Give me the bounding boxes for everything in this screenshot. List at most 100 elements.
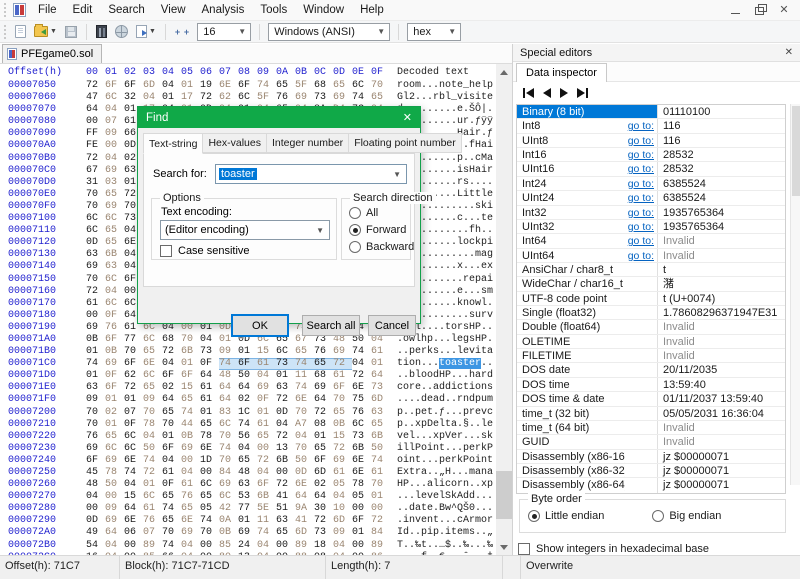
hex-byte[interactable]: 6B [352, 443, 371, 455]
inspector-scrollbar[interactable] [790, 104, 800, 485]
hex-byte[interactable]: 70 [162, 527, 181, 539]
goto-link[interactable]: go to: [628, 120, 654, 132]
hex-byte[interactable]: 0B [219, 527, 238, 539]
hex-byte[interactable]: 04 [238, 443, 257, 455]
hex-byte[interactable]: 74 [371, 455, 390, 467]
menu-item-tools[interactable]: Tools [252, 2, 295, 19]
first-byte-icon[interactable] [523, 86, 534, 100]
inspector-row[interactable]: Int24go to:6385524 [517, 177, 785, 191]
goto-link[interactable]: go to: [628, 149, 654, 161]
hex-byte[interactable]: 65 [105, 431, 124, 443]
inspector-row[interactable]: DOS time13:59:40 [517, 378, 785, 392]
hex-byte[interactable]: 54 [86, 540, 105, 552]
hex-byte[interactable]: 0A [219, 515, 238, 527]
hex-byte[interactable]: 61 [371, 467, 390, 479]
decoded-text[interactable]: ....dead..rndpum [397, 394, 493, 406]
hex-byte[interactable]: 6C [219, 419, 238, 431]
hex-byte[interactable]: 0D [295, 467, 314, 479]
hex-byte[interactable]: 69 [181, 443, 200, 455]
hex-byte[interactable]: 78 [105, 467, 124, 479]
hex-byte[interactable]: 73 [371, 382, 390, 394]
hex-byte[interactable]: 72 [257, 455, 276, 467]
hex-byte[interactable]: 74 [295, 382, 314, 394]
hex-byte[interactable]: 6E [181, 515, 200, 527]
inspector-value[interactable]: 01/11/2037 13:59:40 [657, 392, 785, 405]
inspector-value[interactable]: Invalid [657, 421, 785, 434]
hex-byte[interactable]: 13 [276, 443, 295, 455]
hex-byte[interactable]: 65 [314, 443, 333, 455]
decoded-text[interactable]: Gl2...rbl_visite [397, 92, 493, 104]
decoded-text[interactable]: ...levelSkAdd... [397, 491, 493, 503]
hex-byte[interactable]: 74 [295, 358, 314, 370]
hex-byte[interactable]: 61 [371, 346, 390, 358]
hex-byte[interactable]: 41 [276, 491, 295, 503]
hex-byte[interactable]: 72 [86, 80, 105, 92]
hex-byte[interactable]: 17 [181, 92, 200, 104]
hex-byte[interactable]: 01 [162, 431, 181, 443]
hex-byte[interactable]: 9A [295, 503, 314, 515]
hex-byte[interactable]: 6F [124, 358, 143, 370]
hex-byte[interactable]: 72 [200, 92, 219, 104]
hex-byte[interactable]: 76 [181, 491, 200, 503]
hex-byte[interactable]: 05 [200, 503, 219, 515]
find-tab-hex-values[interactable]: Hex-values [203, 133, 267, 153]
goto-link[interactable]: go to: [628, 235, 654, 247]
hex-byte[interactable]: 0F [105, 370, 124, 382]
hex-byte[interactable]: 65 [105, 237, 124, 249]
hex-byte[interactable]: 24 [238, 540, 257, 552]
hex-byte[interactable]: 74 [219, 358, 238, 370]
hex-byte[interactable]: 67 [86, 165, 105, 177]
hex-byte[interactable]: 76 [276, 92, 295, 104]
hex-byte[interactable]: 69 [257, 382, 276, 394]
hex-byte[interactable]: 6C [105, 298, 124, 310]
hex-byte[interactable]: 69 [105, 358, 124, 370]
hex-byte[interactable]: 15 [124, 491, 143, 503]
hex-byte[interactable]: 65 [143, 346, 162, 358]
hex-byte[interactable]: 70 [295, 443, 314, 455]
hex-byte[interactable]: 69 [238, 527, 257, 539]
hex-byte[interactable]: 61 [333, 467, 352, 479]
hex-byte[interactable]: 70 [162, 419, 181, 431]
search-all-button[interactable]: Search all [302, 315, 360, 336]
hex-byte[interactable]: 6F [105, 382, 124, 394]
hex-byte[interactable]: 70 [371, 80, 390, 92]
hex-byte[interactable]: 09 [219, 346, 238, 358]
hex-byte[interactable]: 74 [238, 419, 257, 431]
hex-byte[interactable]: 69 [105, 165, 124, 177]
hex-byte[interactable]: 03 [105, 177, 124, 189]
hex-row[interactable]: 000071F00901010964656164020F726E6470756D… [0, 394, 496, 406]
hex-byte[interactable]: 15 [181, 382, 200, 394]
hex-byte[interactable]: 69 [86, 261, 105, 273]
inspector-value[interactable]: Invalid [657, 249, 785, 262]
big-endian-radio[interactable]: Big endian [652, 510, 721, 522]
hex-byte[interactable]: 72 [162, 346, 181, 358]
hex-byte[interactable]: 00 [86, 503, 105, 515]
inspector-row[interactable]: Disassembly (x86-64)jz $00000071 [517, 478, 785, 492]
hex-byte[interactable]: 01 [238, 515, 257, 527]
hex-byte[interactable]: 70 [143, 407, 162, 419]
hex-byte[interactable]: 74 [86, 358, 105, 370]
hex-byte[interactable]: 78 [352, 479, 371, 491]
hex-byte[interactable]: 70 [219, 431, 238, 443]
direction-all-radio[interactable]: All [349, 207, 378, 219]
decoded-text[interactable]: ..date.Bw^QŠ0... [397, 503, 493, 515]
hex-byte[interactable]: 56 [238, 431, 257, 443]
scrollbar-thumb[interactable] [792, 106, 800, 196]
hex-byte[interactable]: 30 [314, 503, 333, 515]
hex-byte[interactable]: 76 [86, 431, 105, 443]
hex-byte[interactable]: 6C [143, 370, 162, 382]
hex-byte[interactable]: 74 [352, 346, 371, 358]
hex-byte[interactable]: 31 [86, 177, 105, 189]
hex-byte[interactable]: 76 [352, 407, 371, 419]
goto-link[interactable]: go to: [628, 163, 654, 175]
hex-byte[interactable]: A7 [295, 419, 314, 431]
case-sensitive-option[interactable]: Case sensitive [160, 245, 250, 257]
hex-byte[interactable]: 6F [105, 80, 124, 92]
decoded-text[interactable]: .invent...cArmor [397, 515, 493, 527]
hex-byte[interactable]: 73 [200, 346, 219, 358]
hex-byte[interactable]: 0F [105, 310, 124, 322]
hex-byte[interactable]: 6D [314, 467, 333, 479]
hex-byte[interactable]: 64 [86, 104, 105, 116]
hex-byte[interactable]: 09 [333, 527, 352, 539]
inspector-row[interactable]: UTF-8 code pointt (U+0074) [517, 292, 785, 306]
